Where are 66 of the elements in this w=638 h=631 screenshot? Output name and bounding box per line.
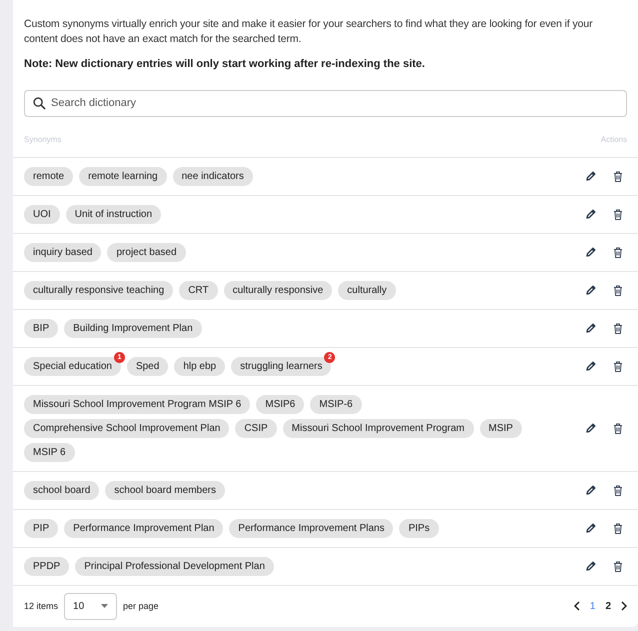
synonym-tag: Sped bbox=[126, 356, 168, 376]
synonym-tag: Comprehensive School Improvement Plan bbox=[24, 418, 230, 438]
synonym-tag: culturally responsive teaching bbox=[24, 280, 174, 300]
per-page-select[interactable]: 10 bbox=[64, 592, 118, 620]
pencil-icon[interactable] bbox=[585, 246, 597, 258]
synonym-tag: Building Improvement Plan bbox=[64, 318, 202, 338]
synonym-tag: MSIP 6 bbox=[24, 442, 75, 462]
column-header: Actions bbox=[600, 134, 627, 146]
page-link[interactable]: 2 bbox=[605, 598, 611, 614]
synonym-tag: culturally bbox=[338, 280, 396, 300]
synonym-tag: nee indicators bbox=[172, 166, 253, 186]
synonym-tag: culturally responsive bbox=[224, 280, 332, 300]
synonym-tag: school board bbox=[24, 480, 100, 500]
synonym-tag: MSIP-6 bbox=[310, 394, 362, 414]
trash-icon[interactable] bbox=[613, 246, 623, 258]
synonym-tag: Missouri School Improvement Program MSIP 6 bbox=[24, 394, 250, 414]
trash-icon[interactable] bbox=[613, 208, 623, 220]
pencil-icon[interactable] bbox=[585, 422, 597, 434]
synonym-tag: Principal Professional Development Plan bbox=[75, 556, 274, 576]
trash-icon[interactable] bbox=[613, 322, 623, 334]
synonym-tag: remote bbox=[24, 166, 74, 186]
synonym-tag: PPDP bbox=[24, 556, 70, 576]
previous-page-icon[interactable] bbox=[574, 601, 580, 612]
pencil-icon[interactable] bbox=[585, 360, 597, 372]
pencil-icon[interactable] bbox=[585, 484, 597, 496]
synonym-tag: hlp ebp bbox=[174, 356, 226, 376]
pencil-icon[interactable] bbox=[585, 560, 597, 572]
column-header: Synonyms bbox=[24, 134, 62, 146]
trash-icon[interactable] bbox=[613, 422, 623, 434]
synonym-tag: CSIP bbox=[235, 418, 277, 438]
page-link[interactable]: 1 bbox=[590, 598, 596, 614]
search-input[interactable]: Search dictionary bbox=[51, 94, 618, 112]
trash-icon[interactable] bbox=[613, 360, 623, 372]
synonym-tag: BIP bbox=[24, 318, 58, 338]
pencil-icon[interactable] bbox=[585, 170, 597, 182]
pencil-icon[interactable] bbox=[585, 208, 597, 220]
note-text: Note: New dictionary entries will only start working after re-indexing the site. bbox=[24, 57, 426, 72]
synonym-tag: remote learning bbox=[79, 166, 167, 186]
synonym-tag: PIPs bbox=[399, 518, 439, 538]
per-page-label: per page bbox=[123, 600, 159, 613]
pencil-icon[interactable] bbox=[585, 322, 597, 334]
synonym-tag: MSIP6 bbox=[256, 394, 304, 414]
synonym-tag: Performance Improvement Plan bbox=[64, 518, 224, 538]
synonym-tag: school board members bbox=[105, 480, 225, 500]
synonym-tag: project based bbox=[107, 242, 186, 262]
description-text: Custom synonyms virtually enrich your site and make it easier for your searchers to find what they are looking for even if your content does not have an exact match for the searched term. bbox=[24, 17, 594, 47]
item-count: 12 items bbox=[24, 600, 58, 612]
synonym-tag: Missouri School Improvement Program bbox=[282, 418, 474, 438]
search-icon bbox=[33, 96, 46, 110]
synonym-tag: UOI bbox=[24, 204, 60, 224]
pencil-icon[interactable] bbox=[585, 284, 597, 296]
next-page-icon[interactable] bbox=[621, 601, 627, 612]
caret-icon bbox=[101, 604, 108, 608]
trash-icon[interactable] bbox=[613, 170, 623, 182]
synonym-tag: Performance Improvement Plans bbox=[229, 518, 394, 538]
pencil-icon[interactable] bbox=[585, 522, 597, 534]
synonym-tag: inquiry based bbox=[24, 242, 102, 262]
synonym-tag: MSIP bbox=[480, 418, 522, 438]
trash-icon[interactable] bbox=[613, 522, 623, 534]
trash-icon[interactable] bbox=[613, 284, 623, 296]
trash-icon[interactable] bbox=[613, 560, 623, 572]
synonym-tag: PIP bbox=[24, 518, 58, 538]
synonym-tag: Unit of instruction bbox=[66, 204, 162, 224]
trash-icon[interactable] bbox=[613, 484, 623, 496]
synonym-tag: CRT bbox=[179, 280, 218, 300]
search-field[interactable]: Search dictionary bbox=[24, 90, 627, 116]
